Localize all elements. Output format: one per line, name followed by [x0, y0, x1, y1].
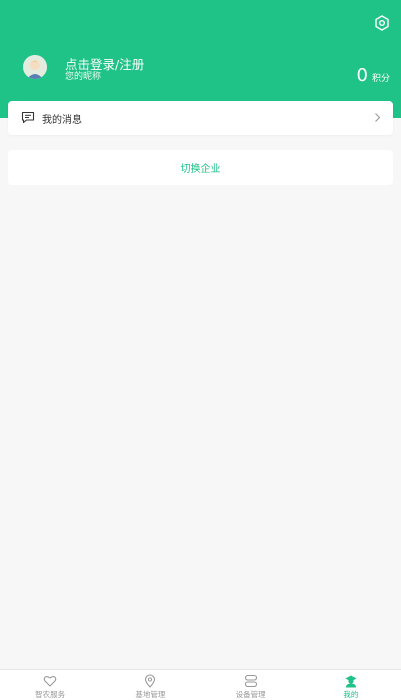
gear-icon — [375, 15, 389, 31]
user-icon — [345, 675, 357, 688]
message-icon — [21, 111, 35, 124]
avatar[interactable] — [23, 55, 47, 79]
tab-base-management[interactable]: 基地管理 — [100, 670, 200, 700]
chevron-right-icon — [375, 113, 381, 122]
settings-button[interactable] — [371, 12, 393, 34]
nickname-text: 您的昵称 — [65, 72, 102, 82]
tab-label: 设备管理 — [235, 690, 266, 699]
tab-label: 我的 — [343, 690, 359, 699]
my-messages-label: 我的消息 — [42, 115, 82, 126]
points-value: 0 — [356, 65, 368, 86]
tab-device-management[interactable]: 设备管理 — [201, 670, 301, 700]
tab-label: 基地管理 — [135, 690, 166, 699]
switch-enterprise-button[interactable]: 切换企业 — [8, 150, 393, 185]
location-pin-icon — [145, 674, 156, 688]
tab-label: 智农服务 — [35, 690, 66, 699]
bottom-tab-bar: 智农服务 基地管理 设备管理 我的 — [0, 669, 401, 700]
points-label: 积分 — [371, 74, 390, 84]
device-icon — [244, 674, 257, 688]
heart-icon — [43, 675, 57, 687]
points-display[interactable]: 0 积分 — [357, 65, 390, 86]
tab-smart-agri-service[interactable]: 智农服务 — [0, 670, 100, 700]
tab-mine[interactable]: 我的 — [301, 670, 401, 700]
my-messages-item[interactable]: 我的消息 — [8, 101, 393, 135]
switch-enterprise-label: 切换企业 — [180, 164, 221, 175]
